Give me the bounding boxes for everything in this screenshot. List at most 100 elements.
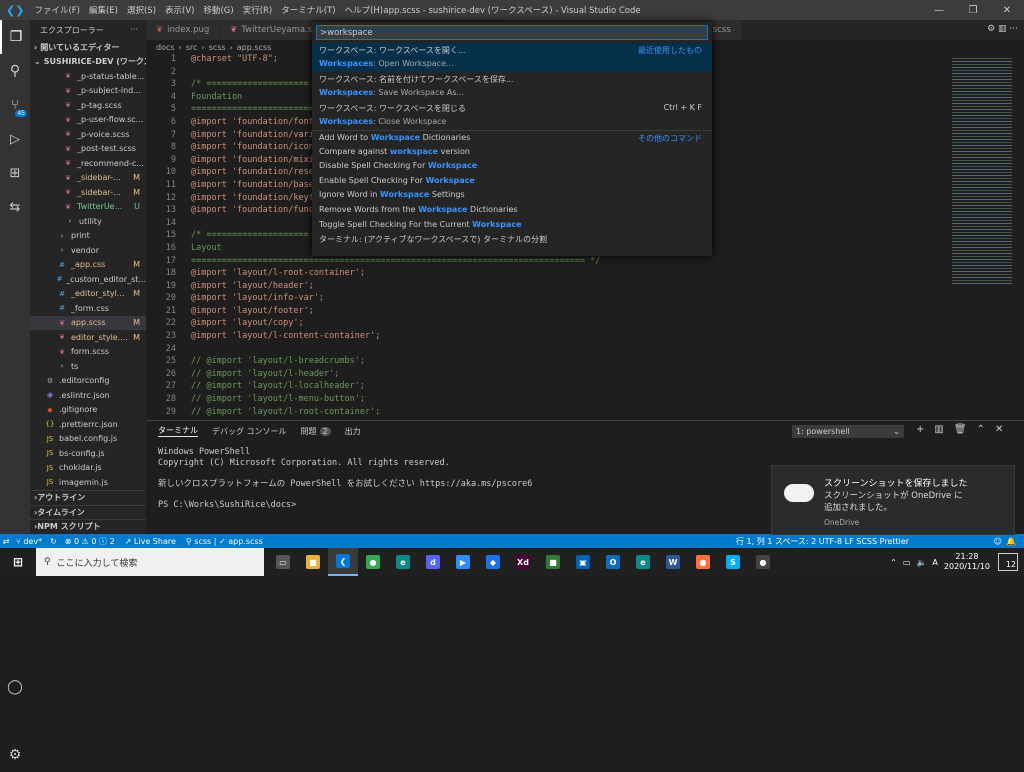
restore-button[interactable]: ❐: [956, 0, 990, 20]
file-item[interactable]: ❦ _sidebar-... M: [30, 185, 146, 200]
file-item[interactable]: # _app.css M: [30, 258, 146, 273]
palette-command[interactable]: ターミナル: (アクティブなワークスペースで) ターミナルの分割: [312, 232, 712, 247]
breadcrumb-item[interactable]: app.scss: [237, 43, 272, 52]
explorer-taskbar-button[interactable]: ■: [298, 548, 328, 576]
xd-taskbar-button[interactable]: Xd: [508, 548, 538, 576]
folder-item[interactable]: › vendor: [30, 243, 146, 258]
network-icon[interactable]: ▭: [903, 558, 911, 567]
file-item[interactable]: JS babel.config.js: [30, 432, 146, 447]
file-item[interactable]: ◉ .eslintrc.json: [30, 388, 146, 403]
github-taskbar-button[interactable]: ●: [748, 548, 778, 576]
menu-item[interactable]: ヘルプ(H): [345, 4, 384, 16]
open-editors-section[interactable]: › 開いているエディター: [30, 40, 146, 55]
files-taskbar-button[interactable]: ■: [538, 548, 568, 576]
trash-icon[interactable]: 🗑: [954, 424, 967, 435]
file-item[interactable]: ❦ _p-status-table...: [30, 69, 146, 84]
palette-command[interactable]: Enable Spell Checking For Workspace: [312, 174, 712, 189]
folder-item[interactable]: › ts: [30, 359, 146, 374]
palette-command[interactable]: Compare against workspace version: [312, 145, 712, 160]
file-item[interactable]: # _form.css: [30, 301, 146, 316]
menu-item[interactable]: 編集(E): [89, 4, 118, 16]
split-terminal-icon[interactable]: ▥: [934, 424, 943, 435]
more-actions-icon[interactable]: ···: [130, 25, 138, 34]
breadcrumb-item[interactable]: docs: [156, 43, 175, 52]
palette-item[interactable]: ワークスペース: ワークスペースを閉じる Workspaces: Close Wo…: [312, 101, 712, 130]
file-item[interactable]: ❦ app.scss M: [30, 315, 146, 330]
menu-item[interactable]: 移動(G): [203, 4, 233, 16]
file-item[interactable]: ❦ editor_style.... M: [30, 330, 146, 345]
file-item[interactable]: ❦ form.scss: [30, 345, 146, 360]
zoom-taskbar-button[interactable]: ▶: [448, 548, 478, 576]
panel-tab[interactable]: 問題 2: [301, 426, 331, 437]
outlook-taskbar-button[interactable]: O: [598, 548, 628, 576]
vscode-taskbar-button[interactable]: ❮: [328, 548, 358, 576]
folder-item[interactable]: › utility: [30, 214, 146, 229]
palette-item[interactable]: ワークスペース: 名前を付けてワークスペースを保存... Workspaces: …: [312, 72, 712, 101]
new-terminal-icon[interactable]: +: [916, 424, 924, 435]
menu-item[interactable]: ターミナル(T): [281, 4, 335, 16]
palette-command[interactable]: Add Word to Workspace Dictionaries その他のコマ…: [312, 130, 712, 145]
live-share-status[interactable]: ↗ Live Share: [125, 537, 176, 546]
sync-icon[interactable]: ↻: [50, 537, 57, 546]
extensions-icon[interactable]: ⊞: [0, 156, 30, 190]
breadcrumb-item[interactable]: scss: [209, 43, 226, 52]
file-item[interactable]: ❦ TwitterUe... U: [30, 200, 146, 215]
explorer-icon[interactable]: ❐: [0, 20, 30, 54]
panel-tab[interactable]: ターミナル: [158, 425, 198, 437]
edge2-taskbar-button[interactable]: e: [628, 548, 658, 576]
edge-taskbar-button[interactable]: e: [388, 548, 418, 576]
file-item[interactable]: {} .prettierrc.json: [30, 417, 146, 432]
palette-command[interactable]: Ignore Word in Workspace Settings: [312, 188, 712, 203]
menu-item[interactable]: ファイル(F): [34, 4, 80, 16]
menu-item[interactable]: 実行(R): [243, 4, 273, 16]
file-item[interactable]: JS imagemin.js: [30, 475, 146, 490]
feedback-icon[interactable]: ☺: [994, 537, 1002, 546]
maps-taskbar-button[interactable]: ◆: [478, 548, 508, 576]
command-palette-input[interactable]: >workspace: [316, 25, 708, 40]
file-item[interactable]: ❦ _p-tag.scss: [30, 98, 146, 113]
run-debug-icon[interactable]: ▷: [0, 122, 30, 156]
file-item[interactable]: JS bs-config.js: [30, 446, 146, 461]
ime-icon[interactable]: A: [932, 558, 937, 567]
file-item[interactable]: ◆ .gitignore: [30, 403, 146, 418]
chevron-up-icon[interactable]: ⌃: [890, 558, 897, 567]
close-panel-icon[interactable]: ✕: [995, 424, 1003, 435]
problems-status[interactable]: ⊗ 0 ⚠ 0 ⓘ 2: [65, 536, 115, 547]
remote-explorer-icon[interactable]: ⇆: [0, 190, 30, 224]
taskbar-search[interactable]: ⚲ ここに入力して検索: [36, 548, 264, 576]
branch-status[interactable]: ⑂ dev*: [16, 537, 42, 546]
palette-command[interactable]: Disable Spell Checking For Workspace: [312, 159, 712, 174]
folder-item[interactable]: › print: [30, 229, 146, 244]
word-taskbar-button[interactable]: W: [658, 548, 688, 576]
panel-tab[interactable]: デバッグ コンソール: [212, 426, 287, 437]
sidebar-section[interactable]: › NPM スクリプト: [30, 519, 146, 534]
file-item[interactable]: ⚙ .editorconfig: [30, 374, 146, 389]
maximize-panel-icon[interactable]: ⌃: [977, 424, 985, 435]
task-view-taskbar-button[interactable]: ▭: [268, 548, 298, 576]
file-item[interactable]: JS chokidar.js: [30, 461, 146, 476]
terminal-select[interactable]: 1: powershell ⌄: [792, 425, 904, 438]
minimize-button[interactable]: —: [922, 0, 956, 20]
discord-taskbar-button[interactable]: d: [418, 548, 448, 576]
panel-tab[interactable]: 出力: [345, 426, 361, 437]
search-icon[interactable]: ⚲: [0, 54, 30, 88]
firefox-taskbar-button[interactable]: ●: [688, 548, 718, 576]
account-icon[interactable]: ◯: [0, 670, 30, 704]
palette-item[interactable]: ワークスペース: ワークスペースを開く... Workspaces: Open W…: [312, 43, 712, 72]
start-button[interactable]: ⊞: [0, 548, 36, 576]
file-item[interactable]: ❦ _p-subject-ind...: [30, 84, 146, 99]
source-control-icon[interactable]: ⑂ 45: [0, 88, 30, 122]
file-item[interactable]: ❦ _post-test.scss: [30, 142, 146, 157]
sidebar-section[interactable]: › タイムライン: [30, 504, 146, 520]
file-item[interactable]: # _custom_editor_st...: [30, 272, 146, 287]
file-item[interactable]: ❦ _p-voice.scss: [30, 127, 146, 142]
breadcrumb-item[interactable]: src: [186, 43, 198, 52]
settings-gear-icon[interactable]: ⚙: [0, 738, 30, 772]
bell-icon[interactable]: 🔔: [1006, 537, 1016, 546]
minimap[interactable]: [952, 56, 1012, 286]
volume-icon[interactable]: 🔈: [916, 558, 926, 567]
workspace-section[interactable]: ⌄ SUSHIRICE-DEV (ワークスペ...: [30, 55, 146, 70]
sidebar-section[interactable]: › アウトライン: [30, 490, 146, 505]
menu-item[interactable]: 表示(V): [165, 4, 194, 16]
editor-status[interactable]: 行 1, 列 1 スペース: 2 UTF-8 LF SCSS Prettier: [736, 536, 909, 547]
